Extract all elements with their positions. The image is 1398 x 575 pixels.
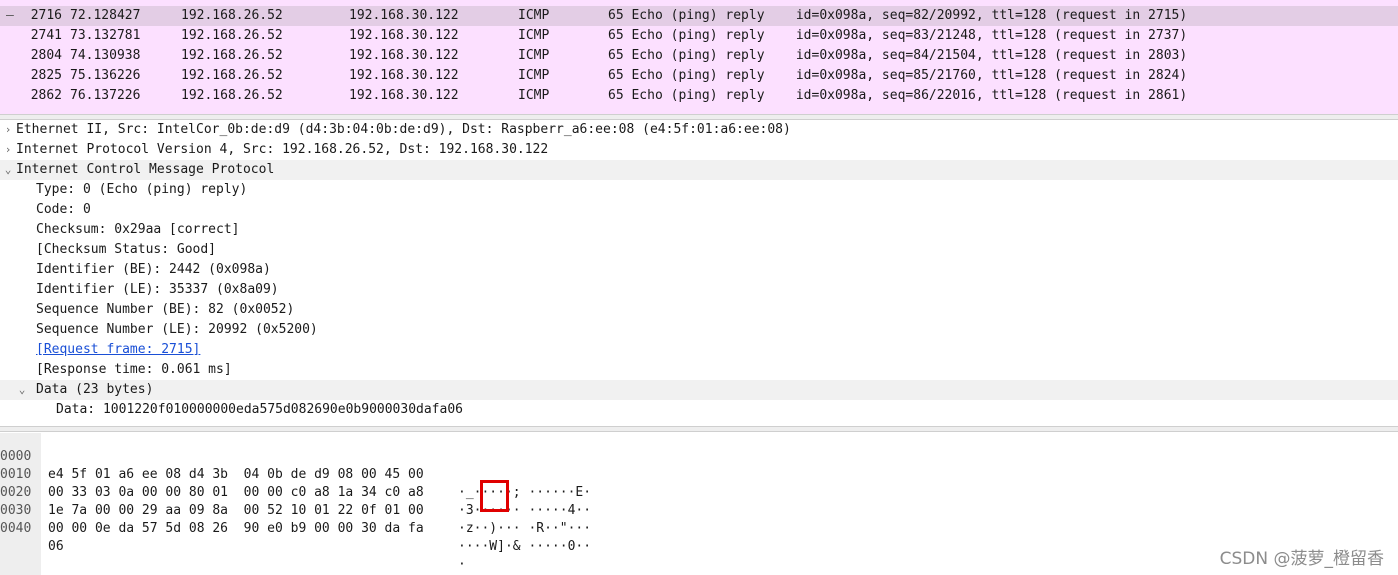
packet-row[interactable]: 2741 73.132781 192.168.26.52 192.168.30.… <box>0 26 1398 46</box>
field-text: Identifier (BE): 2442 (0x098a) <box>36 262 271 277</box>
bytes-row[interactable]: 0010 00 33 03 0a 00 00 80 01 00 00 c0 a8… <box>0 448 591 518</box>
tree-field-seq-le[interactable]: Sequence Number (LE): 20992 (0x5200) <box>0 320 1398 340</box>
packet-time: 75.136226 <box>70 68 141 83</box>
tree-field-response-time[interactable]: [Response time: 0.061 ms] <box>0 360 1398 380</box>
packet-info: 65 Echo (ping) reply id=0x098a, seq=82/2… <box>608 8 1188 23</box>
request-frame-link[interactable]: [Request frame: 2715] <box>36 340 200 360</box>
packet-no: 2741 <box>30 28 62 43</box>
packet-info: 65 Echo (ping) reply id=0x098a, seq=83/2… <box>608 28 1188 43</box>
collapse-arrow-icon[interactable]: ⌄ <box>2 160 14 180</box>
tree-item-data[interactable]: ⌄ Data (23 bytes) <box>0 380 1398 400</box>
bytes-row[interactable]: 0000 e4 5f 01 a6 ee 08 d4 3b 04 0b de d9… <box>0 433 591 500</box>
tree-field-data[interactable]: Data: 1001220f010000000eda575d082690e0b9… <box>0 400 1398 420</box>
bytes-hex[interactable]: e4 5f 01 a6 ee 08 d4 3b 04 0b de d9 08 0… <box>48 466 424 484</box>
packet-row[interactable]: 2862 76.137226 192.168.26.52 192.168.30.… <box>0 86 1398 106</box>
packet-row[interactable]: — 2716 72.128427 192.168.26.52 192.168.3… <box>0 6 1398 26</box>
packet-bytes-pane[interactable]: 0000 e4 5f 01 a6 ee 08 d4 3b 04 0b de d9… <box>0 433 1398 575</box>
field-text: Sequence Number (LE): 20992 (0x5200) <box>36 322 318 337</box>
tree-item-label: Ethernet II, Src: IntelCor_0b:de:d9 (d4:… <box>16 122 791 137</box>
packet-time: 74.130938 <box>70 48 141 63</box>
bytes-hex[interactable]: 06 <box>48 538 64 556</box>
packet-source: 192.168.26.52 <box>181 48 283 63</box>
bytes-ascii[interactable]: ·_·····; ······E· <box>458 484 591 502</box>
packet-destination: 192.168.30.122 <box>349 88 459 103</box>
pane-splitter[interactable] <box>0 426 1398 432</box>
bytes-ascii[interactable]: ····W]·& ·····0·· <box>458 538 591 556</box>
field-text: [Response time: 0.061 ms] <box>36 362 232 377</box>
tree-item-label: Internet Control Message Protocol <box>16 162 275 177</box>
annotation-highlight-box <box>480 480 509 512</box>
packet-info: 65 Echo (ping) reply id=0x098a, seq=85/2… <box>608 68 1188 83</box>
packet-no: 2804 <box>30 48 62 63</box>
bytes-hex[interactable]: 00 00 0e da 57 5d 08 26 90 e0 b9 00 00 3… <box>48 520 424 538</box>
packet-time: 73.132781 <box>70 28 141 43</box>
bytes-ascii[interactable]: · <box>458 556 466 574</box>
packet-time: 72.128427 <box>70 8 141 23</box>
tree-item-label: Internet Protocol Version 4, Src: 192.16… <box>16 142 549 157</box>
packet-details-tree[interactable]: › Ethernet II, Src: IntelCor_0b:de:d9 (d… <box>0 120 1398 430</box>
field-text: Code: 0 <box>36 202 91 217</box>
packet-destination: 192.168.30.122 <box>349 28 459 43</box>
bytes-hex[interactable]: 00 33 03 0a 00 00 80 01 00 00 c0 a8 1a 3… <box>48 484 424 502</box>
field-text: Identifier (LE): 35337 (0x8a09) <box>36 282 279 297</box>
tree-item-icmp[interactable]: ⌄ Internet Control Message Protocol <box>0 160 1398 180</box>
tree-field-type[interactable]: Type: 0 (Echo (ping) reply) <box>0 180 1398 200</box>
field-text: Data: 1001220f010000000eda575d082690e0b9… <box>56 402 463 417</box>
field-text: Checksum: 0x29aa [correct] <box>36 222 240 237</box>
field-text: [Checksum Status: Good] <box>36 242 217 257</box>
packet-source: 192.168.26.52 <box>181 88 283 103</box>
tree-field-request-frame[interactable]: [Request frame: 2715] <box>0 340 1398 360</box>
bytes-row[interactable]: 0040 06 · <box>0 502 466 572</box>
collapse-arrow-icon[interactable]: ⌄ <box>16 380 28 400</box>
packet-info: 65 Echo (ping) reply id=0x098a, seq=86/2… <box>608 88 1188 103</box>
packet-protocol: ICMP <box>518 8 550 23</box>
tree-item-ethernet[interactable]: › Ethernet II, Src: IntelCor_0b:de:d9 (d… <box>0 120 1398 140</box>
tree-field-seq-be[interactable]: Sequence Number (BE): 82 (0x0052) <box>0 300 1398 320</box>
packet-protocol: ICMP <box>518 88 550 103</box>
tree-field-code[interactable]: Code: 0 <box>0 200 1398 220</box>
bytes-ascii[interactable]: ·3······ ·····4·· <box>458 502 591 520</box>
tree-item-label: Data (23 bytes) <box>36 382 154 397</box>
expand-arrow-icon[interactable]: › <box>2 120 14 140</box>
packet-protocol: ICMP <box>518 28 550 43</box>
packet-time: 76.137226 <box>70 88 141 103</box>
packet-row[interactable]: 2825 75.136226 192.168.26.52 192.168.30.… <box>0 66 1398 86</box>
tree-field-checksum[interactable]: Checksum: 0x29aa [correct] <box>0 220 1398 240</box>
packet-destination: 192.168.30.122 <box>349 48 459 63</box>
packet-source: 192.168.26.52 <box>181 8 283 23</box>
packet-protocol: ICMP <box>518 48 550 63</box>
tree-field-identifier-be[interactable]: Identifier (BE): 2442 (0x098a) <box>0 260 1398 280</box>
bytes-hex[interactable]: 1e 7a 00 00 29 aa 09 8a 00 52 10 01 22 0… <box>48 502 424 520</box>
bytes-ascii[interactable]: ·z··)··· ·R··"··· <box>458 520 591 538</box>
packet-protocol: ICMP <box>518 68 550 83</box>
tree-field-identifier-le[interactable]: Identifier (LE): 35337 (0x8a09) <box>0 280 1398 300</box>
expand-arrow-icon[interactable]: › <box>2 140 14 160</box>
tree-field-checksum-status[interactable]: [Checksum Status: Good] <box>0 240 1398 260</box>
bytes-offset: 0040 <box>0 521 32 536</box>
packet-no: 2862 <box>30 88 62 103</box>
packet-info: 65 Echo (ping) reply id=0x098a, seq=84/2… <box>608 48 1188 63</box>
packet-destination: 192.168.30.122 <box>349 8 459 23</box>
packet-row[interactable]: 2804 74.130938 192.168.26.52 192.168.30.… <box>0 46 1398 66</box>
packet-row-partial-bottom[interactable] <box>0 106 1398 114</box>
packet-no: 2825 <box>30 68 62 83</box>
packet-destination: 192.168.30.122 <box>349 68 459 83</box>
bytes-row[interactable]: 0020 1e 7a 00 00 29 aa 09 8a 00 52 10 01… <box>0 466 591 536</box>
field-text: Sequence Number (BE): 82 (0x0052) <box>36 302 295 317</box>
packet-no: 2716 <box>30 8 62 23</box>
bytes-row[interactable]: 0030 00 00 0e da 57 5d 08 26 90 e0 b9 00… <box>0 484 591 554</box>
packet-list[interactable]: — 2716 72.128427 192.168.26.52 192.168.3… <box>0 0 1398 114</box>
packet-source: 192.168.26.52 <box>181 28 283 43</box>
watermark: CSDN @菠萝_橙留香 <box>1219 549 1384 569</box>
tree-item-ip[interactable]: › Internet Protocol Version 4, Src: 192.… <box>0 140 1398 160</box>
packet-source: 192.168.26.52 <box>181 68 283 83</box>
field-text: Type: 0 (Echo (ping) reply) <box>36 182 248 197</box>
